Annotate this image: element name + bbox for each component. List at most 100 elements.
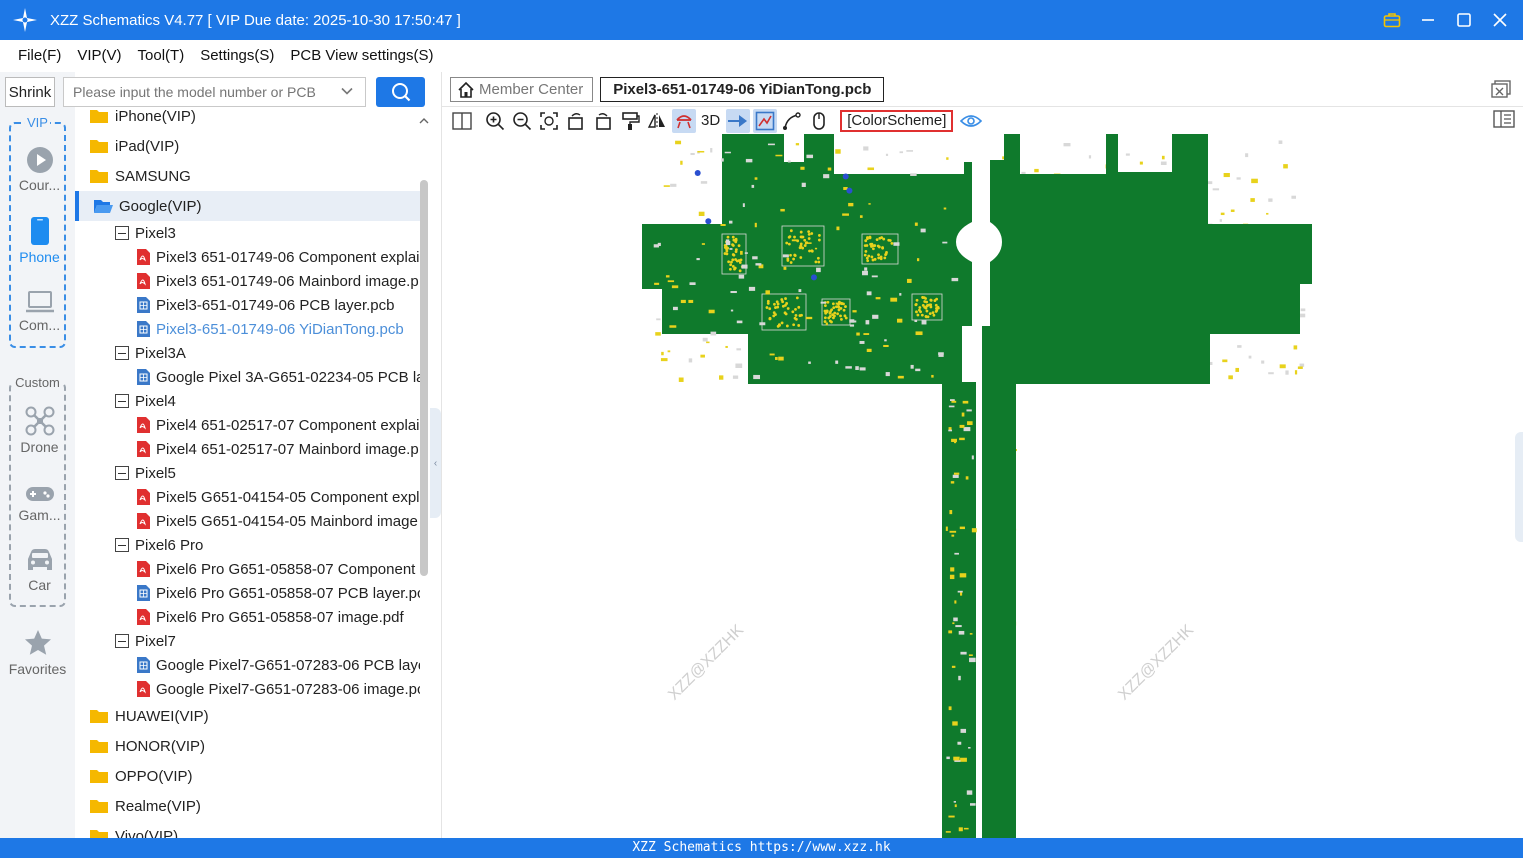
menu-tool[interactable]: Tool(T) [130,40,193,72]
sidebar-item-courses[interactable]: Cour... [11,146,68,193]
color-scheme-button[interactable]: [ColorScheme] [840,109,954,132]
vip-category-group: VIP Cour... Phone Com... [9,115,68,348]
fit-view-button[interactable] [537,109,561,133]
tree-file[interactable]: Pixel3-651-01749-06 PCB layer.pcb [75,293,420,317]
toggle-3d-button[interactable]: 3D [701,112,720,129]
tree-scrollbar[interactable] [420,180,428,576]
panel-toggle-icon[interactable] [1493,110,1515,128]
tree-group[interactable]: Pixel3A [75,341,420,365]
tree-file[interactable]: Pixel5 G651-04154-05 Component expl [75,485,420,509]
tree-group[interactable]: Pixel5 [75,461,420,485]
tree-file[interactable]: Google Pixel 3A-G651-02234-05 PCB la [75,365,420,389]
tree-file[interactable]: Pixel4 651-02517-07 Mainbord image.p [75,437,420,461]
search-input[interactable] [63,77,366,107]
rotate-left-button[interactable] [564,109,588,133]
tree-folder[interactable]: iPad(VIP) [75,131,420,161]
measure-button[interactable] [780,109,804,133]
menu-pcb-view-settings[interactable]: PCB View settings(S) [282,40,441,72]
chevron-down-icon[interactable] [340,84,354,98]
sidebar-item-drone[interactable]: Drone [11,406,68,455]
close-tabs-icon[interactable] [1491,80,1511,98]
collapse-toggle-icon[interactable] [115,226,129,240]
diode-mode-button[interactable] [753,108,778,133]
tree-file[interactable]: Google Pixel7-G651-07283-06 image.pc [75,677,420,701]
tree-file[interactable]: Pixel3 651-01749-06 Component explai [75,245,420,269]
tree-group[interactable]: Pixel3 [75,221,420,245]
pcb-board-drawing[interactable] [442,134,1523,838]
tree-file[interactable]: Pixel5 G651-04154-05 Mainbord image [75,509,420,533]
tree-item-label: Realme(VIP) [115,797,201,815]
tree-group[interactable]: Pixel4 [75,389,420,413]
tree-group[interactable]: Pixel7 [75,629,420,653]
collapse-toggle-icon[interactable] [115,466,129,480]
tree-item-label: OPPO(VIP) [115,767,193,785]
tab-member-center[interactable]: Member Center [450,77,594,102]
pcb-component [688,299,694,303]
menu-vip[interactable]: VIP(V) [69,40,129,72]
tree-folder[interactable]: iPhone(VIP) [75,110,420,131]
menu-settings[interactable]: Settings(S) [192,40,282,72]
tree-file[interactable]: Pixel3-651-01749-06 YiDianTong.pcb [75,317,420,341]
collapse-toggle-icon[interactable] [115,346,129,360]
sidebar-item-game[interactable]: Gam... [11,484,68,523]
visibility-button[interactable] [959,109,983,133]
sidebar-item-phone[interactable]: Phone [11,216,68,265]
sidebar-item-favorites[interactable]: Favorites [0,628,75,677]
tree-folder[interactable]: Vivo(VIP) [75,821,420,838]
pdf-file-icon [137,561,150,577]
pcb-component [816,267,821,273]
pcb-pad [731,258,735,262]
sidebar-item-computer[interactable]: Com... [11,290,68,333]
tree-folder[interactable]: Realme(VIP) [75,791,420,821]
tree-file[interactable]: Pixel6 Pro G651-05858-07 PCB layer.pcb [75,581,420,605]
shrink-button[interactable]: Shrink [5,77,55,107]
tree-file[interactable]: Pixel6 Pro G651-05858-07 Component [75,557,420,581]
pcb-pad [795,296,799,300]
pcb-pad [776,324,780,328]
tree-folder[interactable]: HUAWEI(VIP) [75,701,420,731]
pcb-pad [808,249,811,253]
layer-flip-button[interactable] [672,108,696,133]
tree-folder[interactable]: Google(VIP) [75,191,420,221]
pcb-component [775,154,783,157]
collapse-panel-handle[interactable]: ‹ [430,408,441,518]
tree-file[interactable]: Google Pixel7-G651-07283-06 PCB laye [75,653,420,677]
net-highlight-button[interactable] [726,108,751,133]
tree-folder[interactable]: HONOR(VIP) [75,731,420,761]
search-button[interactable] [376,77,425,107]
split-view-button[interactable] [450,109,474,133]
right-collapse-handle[interactable] [1515,432,1523,542]
menu-file[interactable]: File(F) [10,40,69,72]
tree-group[interactable]: Pixel6 Pro [75,533,420,557]
pcb-component [741,264,748,269]
pcb-component [654,282,660,285]
pcb-pad [773,302,776,306]
mirror-button[interactable] [645,109,669,133]
maximize-button[interactable] [1451,7,1477,33]
scroll-up-icon[interactable] [418,115,430,127]
pcb-pad [935,306,938,310]
mouse-mode-button[interactable] [807,109,831,133]
pcb-canvas[interactable]: XZZ@XZZHK XZZ@XZZHK [442,134,1523,838]
format-painter-button[interactable] [618,109,642,133]
minimize-button[interactable] [1415,7,1441,33]
tree-file[interactable]: Pixel4 651-02517-07 Component explai [75,413,420,437]
rotate-right-button[interactable] [591,109,615,133]
pcb-component [775,357,778,360]
collapse-toggle-icon[interactable] [115,538,129,552]
zoom-in-button[interactable] [483,109,507,133]
tree-file[interactable]: Pixel3 651-01749-06 Mainbord image.p [75,269,420,293]
pcb-component [710,331,717,336]
sidebar-item-car[interactable]: Car [11,548,68,593]
collapse-toggle-icon[interactable] [115,634,129,648]
close-button[interactable] [1487,7,1513,33]
car-icon [27,549,52,570]
tree-folder[interactable]: OPPO(VIP) [75,761,420,791]
zoom-out-button[interactable] [510,109,534,133]
tree-file[interactable]: Pixel6 Pro G651-05858-07 image.pdf [75,605,420,629]
vip-badge-icon[interactable] [1379,7,1405,33]
collapse-toggle-icon[interactable] [115,394,129,408]
pcb-pad [924,315,928,319]
tab-active-pcb[interactable]: Pixel3-651-01749-06 YiDianTong.pcb [600,77,885,102]
tree-folder[interactable]: SAMSUNG [75,161,420,191]
